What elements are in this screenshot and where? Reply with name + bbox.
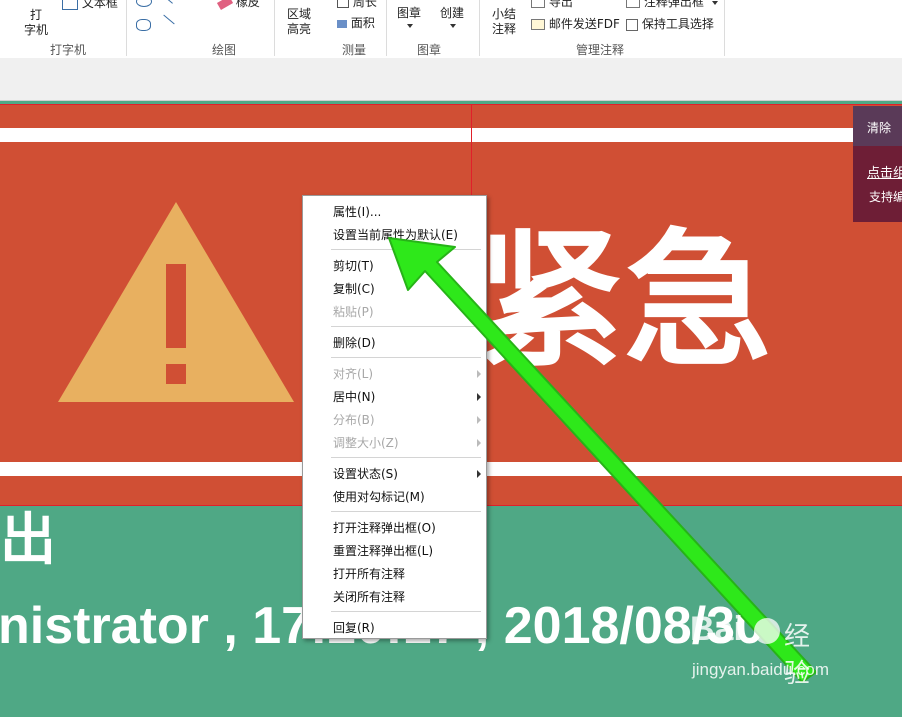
watermark-brand: Bai	[690, 610, 743, 648]
baidu-watermark: Bai 经验 jingyan.baidu.com	[690, 610, 829, 689]
watermark-brand-cn: 经验	[784, 622, 811, 689]
paw-icon	[754, 618, 780, 644]
